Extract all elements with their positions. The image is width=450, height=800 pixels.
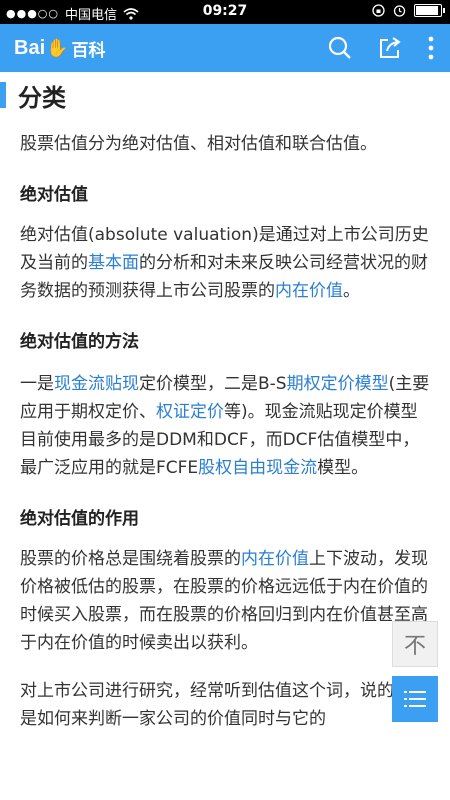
logo-text-a: Bai — [14, 37, 46, 59]
back-to-top-label: 不 — [403, 634, 426, 659]
status-right — [372, 4, 445, 17]
text-span: 。 — [343, 281, 360, 301]
text-span: 一是 — [20, 374, 54, 394]
link-dcf[interactable]: 现金流贴现 — [54, 374, 139, 394]
back-to-top-button[interactable]: 不 — [392, 621, 438, 667]
share-icon[interactable] — [378, 36, 402, 60]
app-header: Bai ✋ 百科 — [0, 24, 450, 72]
search-icon[interactable] — [328, 36, 352, 60]
methods-paragraph: 一是现金流贴现定价模型，二是B-S期权定价模型(主要应用于期权定价、权证定价等)… — [0, 370, 450, 482]
battery-icon — [414, 4, 445, 17]
more-menu-icon[interactable] — [428, 36, 434, 60]
link-option-pricing-model[interactable]: 期权定价模型 — [287, 374, 389, 394]
orientation-lock-icon — [372, 4, 385, 17]
article-content: 分类 股票估值分为绝对估值、相对估值和联合估值。 绝对估值 绝对估值(absol… — [0, 72, 450, 733]
absolute-valuation-paragraph: 绝对估值(absolute valuation)是通过对上市公司历史及当前的基本… — [0, 221, 450, 305]
link-intrinsic-value-2[interactable]: 内在价值 — [241, 549, 309, 569]
link-fcfe[interactable]: 股权自由现金流 — [198, 458, 317, 478]
heading-role: 绝对估值的作用 — [20, 509, 139, 529]
logo-text-zh: 百科 — [71, 41, 106, 60]
alarm-icon — [393, 5, 406, 17]
status-bar: ●●●○○ 中国电信 09:27 — [0, 0, 450, 24]
link-intrinsic-value[interactable]: 内在价值 — [275, 281, 343, 301]
intro-paragraph: 股票估值分为绝对估值、相对估值和联合估值。 — [20, 134, 377, 154]
heading-methods: 绝对估值的方法 — [20, 332, 139, 352]
link-warrant-pricing[interactable]: 权证定价 — [156, 402, 224, 422]
text-span: 定价模型，二是B-S — [139, 374, 287, 394]
section-title: 分类 — [0, 78, 450, 112]
link-fundamentals[interactable]: 基本面 — [88, 253, 139, 273]
header-actions — [328, 36, 434, 60]
text-span: 股票的价格总是围绕着股票的 — [20, 549, 241, 569]
heading-absolute-valuation: 绝对估值 — [20, 185, 88, 205]
last-paragraph: 对上市公司进行研究，经常听到估值这个词，说的其实是如何来判断一家公司的价值同时与… — [20, 681, 428, 729]
baidu-baike-logo[interactable]: Bai ✋ 百科 — [14, 36, 106, 61]
paw-icon: ✋ — [46, 38, 69, 58]
role-paragraph: 股票的价格总是围绕着股票的内在价值上下波动，发现价格被低估的股票，在股票的价格远… — [0, 545, 450, 657]
table-of-contents-button[interactable] — [392, 676, 438, 722]
text-span: 模型。 — [317, 458, 369, 478]
list-icon — [404, 691, 426, 707]
